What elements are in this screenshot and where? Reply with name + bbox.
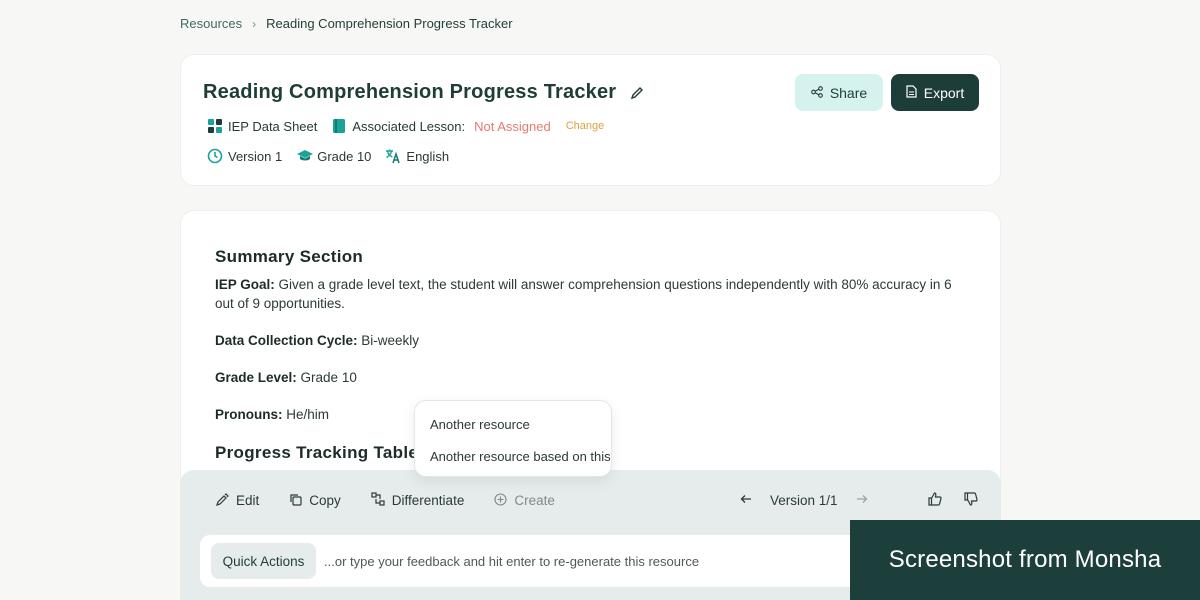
pronouns-value: He/him (282, 407, 330, 422)
grade-level-label: Grade Level: (215, 370, 297, 385)
breadcrumb: Resources › Reading Comprehension Progre… (180, 16, 513, 31)
feedback-bar: Quick Actions (200, 535, 900, 587)
version-indicator: Version 1/1 (770, 493, 838, 508)
differentiate-label: Differentiate (391, 493, 465, 508)
cycle-value: Bi-weekly (357, 333, 420, 348)
toolbar-actions: Edit Copy Differentiate Create (216, 492, 555, 509)
arrow-left-icon[interactable] (740, 493, 752, 508)
data-sheet-icon (207, 118, 223, 134)
change-lesson-link[interactable]: Change (566, 120, 605, 132)
feedback-input[interactable] (324, 543, 884, 579)
copy-icon (289, 493, 302, 509)
resource-type: IEP Data Sheet (207, 118, 317, 134)
graduation-cap-icon (296, 148, 314, 164)
create-label: Create (514, 493, 555, 508)
version-info: Version 1 (207, 148, 282, 164)
associated-lesson-status: Not Assigned (474, 118, 551, 134)
iep-goal: IEP Goal: Given a grade level text, the … (215, 275, 965, 313)
share-label: Share (829, 84, 868, 101)
cycle-label: Data Collection Cycle: (215, 333, 358, 348)
copy-button[interactable]: Copy (289, 493, 341, 509)
summary-section-title: Summary Section (215, 247, 364, 266)
grade-info: Grade 10 (296, 148, 371, 164)
arrow-right-icon[interactable] (856, 493, 868, 508)
differentiate-icon (371, 492, 385, 509)
translate-icon (385, 148, 401, 164)
resource-header-card: Reading Comprehension Progress Tracker I… (180, 54, 1001, 186)
page-title: Reading Comprehension Progress Tracker (203, 81, 617, 103)
version-label: Version 1 (228, 148, 283, 164)
chevron-right-icon: › (252, 16, 257, 31)
iep-goal-text: Given a grade level text, the student wi… (215, 277, 952, 311)
grade-level: Grade Level: Grade 10 (215, 368, 965, 387)
data-collection-cycle: Data Collection Cycle: Bi-weekly (215, 331, 965, 350)
share-button[interactable]: Share (795, 74, 883, 111)
edit-icon (216, 492, 229, 509)
pronouns-label: Pronouns: (215, 407, 283, 422)
feedback-thumbs (927, 492, 978, 509)
version-navigation: Version 1/1 (740, 492, 978, 509)
differentiate-button[interactable]: Differentiate (371, 492, 465, 509)
edit-button[interactable]: Edit (216, 492, 260, 509)
menu-item-another-resource[interactable]: Another resource (430, 417, 530, 432)
thumbs-down-icon[interactable] (963, 492, 978, 509)
pencil-icon[interactable] (630, 86, 644, 100)
export-button[interactable]: Export (891, 74, 979, 111)
grade-label: Grade 10 (317, 148, 372, 164)
breadcrumb-resources-link[interactable]: Resources (180, 16, 242, 31)
monsha-watermark-banner: Screenshot from Monsha (850, 520, 1200, 600)
title-row: Reading Comprehension Progress Tracker (203, 81, 644, 104)
export-label: Export (923, 84, 965, 101)
quick-actions-button[interactable]: Quick Actions (211, 543, 316, 579)
plus-circle-icon (494, 492, 507, 509)
lesson-book-icon (331, 118, 347, 134)
progress-table-title: Progress Tracking Table (215, 443, 419, 462)
thumbs-up-icon[interactable] (927, 492, 942, 509)
share-icon (810, 85, 823, 101)
meta-row-primary: IEP Data Sheet Associated Lesson: Not As… (207, 118, 618, 134)
breadcrumb-current: Reading Comprehension Progress Tracker (266, 16, 513, 31)
language-info: English (385, 148, 449, 164)
grade-level-value: Grade 10 (296, 370, 357, 385)
resource-type-label: IEP Data Sheet (228, 118, 318, 134)
edit-label: Edit (236, 493, 260, 508)
create-button[interactable]: Create (494, 492, 555, 509)
menu-item-another-resource-based-on-this[interactable]: Another resource based on this (430, 449, 611, 464)
meta-row-secondary: Version 1 Grade 10 English (207, 148, 463, 164)
associated-lesson: Associated Lesson: Not Assigned Change (331, 118, 604, 134)
copy-label: Copy (309, 493, 341, 508)
iep-goal-label: IEP Goal: (215, 277, 275, 292)
create-dropdown-menu: Another resource Another resource based … (414, 400, 612, 477)
language-label: English (406, 148, 450, 164)
associated-lesson-label: Associated Lesson: (352, 118, 466, 134)
clock-icon (207, 148, 223, 164)
document-icon (906, 84, 917, 101)
